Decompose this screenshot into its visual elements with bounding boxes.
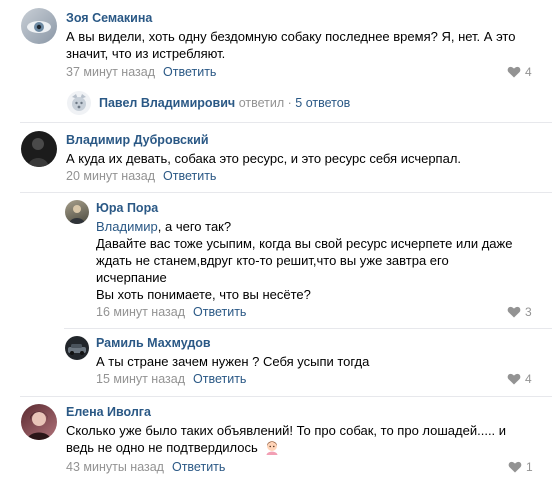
avatar[interactable]	[65, 200, 89, 224]
comment-text-line: значит, что из истребляют.	[66, 46, 226, 61]
comment-meta: 37 минут назад Ответить	[66, 65, 216, 79]
comment-author[interactable]: Елена Иволга	[66, 405, 151, 419]
thread-verb: ответил	[238, 96, 285, 110]
like-count: 4	[525, 372, 532, 386]
comment-author[interactable]: Зоя Семакина	[66, 11, 152, 25]
comment-text-line: ждать не станем,вдруг кто-то решит,что в…	[96, 253, 449, 268]
avatar[interactable]	[21, 131, 57, 167]
comment-meta: 15 минут назад Ответить	[96, 372, 246, 386]
divider	[20, 396, 552, 397]
thread-separator: ·	[287, 96, 292, 110]
avatar[interactable]	[65, 336, 89, 360]
thread-replies-link[interactable]: 5 ответов	[295, 96, 350, 110]
comment-text-line: А ты стране зачем нужен ? Себя усыпи тог…	[96, 354, 370, 369]
like-count: 4	[525, 65, 532, 79]
like-button[interactable]: 1	[508, 460, 533, 474]
like-button[interactable]: 4	[507, 65, 532, 79]
like-count: 1	[526, 460, 533, 474]
reply-button[interactable]: Ответить	[193, 305, 246, 319]
avatar[interactable]	[21, 404, 57, 440]
reply-button[interactable]: Ответить	[163, 169, 216, 183]
divider	[20, 122, 552, 123]
comment-time[interactable]: 37 минут назад	[66, 65, 155, 79]
comment-time[interactable]: 16 минут назад	[96, 305, 185, 319]
comment-text-line: Давайте вас тоже усыпим, когда вы свой р…	[96, 236, 513, 251]
comment-text-line: А куда их девать, собака это ресурс, и э…	[66, 151, 462, 166]
comment-text-line: А вы видели, хоть одну бездомную собаку …	[66, 29, 516, 44]
like-button[interactable]: 4	[507, 372, 532, 386]
comment-time[interactable]: 15 минут назад	[96, 372, 185, 386]
comment-text-line: Владимир, а чего так?	[96, 218, 536, 235]
thread-author[interactable]: Павел Владимирович	[99, 96, 235, 110]
reply-button[interactable]: Ответить	[193, 372, 246, 386]
comment-author[interactable]: Владимир Дубровский	[66, 133, 209, 147]
comment-time[interactable]: 20 минут назад	[66, 169, 155, 183]
heart-icon	[507, 66, 521, 78]
comment-author[interactable]: Юра Пора	[96, 201, 158, 215]
heart-icon	[508, 461, 522, 473]
avatar[interactable]	[21, 8, 57, 44]
comment-text-fragment: , а чего так?	[157, 219, 232, 234]
comment-text: Сколько уже было таких объявлений! То пр…	[66, 422, 536, 456]
heart-icon	[507, 306, 521, 318]
mention-link[interactable]: Владимир	[96, 219, 158, 234]
comment-text: А куда их девать, собака это ресурс, и э…	[66, 150, 526, 167]
comment-author[interactable]: Рамиль Махмудов	[96, 336, 211, 350]
divider	[64, 328, 552, 329]
like-button[interactable]: 3	[507, 305, 532, 319]
divider	[20, 192, 552, 193]
thread-summary[interactable]: Павел Владимирович ответил · 5 ответов	[99, 96, 350, 110]
comment-meta: 20 минут назад Ответить	[66, 169, 216, 183]
thread-avatar[interactable]	[67, 91, 91, 115]
comment-text-fragment: ведь не одно не подтвердилось	[66, 440, 258, 455]
comment-text: А вы видели, хоть одну бездомную собаку …	[66, 28, 526, 62]
comment-text-line: исчерпание	[96, 270, 167, 285]
comment-meta: 16 минут назад Ответить	[96, 305, 246, 319]
comment-text: А ты стране зачем нужен ? Себя усыпи тог…	[96, 353, 536, 370]
heart-icon	[507, 373, 521, 385]
comment-text-line: Сколько уже было таких объявлений! То пр…	[66, 423, 507, 438]
like-count: 3	[525, 305, 532, 319]
comment-text-line: ведь не одно не подтвердилось	[66, 439, 536, 456]
comment-meta: 43 минуты назад Ответить	[66, 460, 225, 474]
reply-button[interactable]: Ответить	[163, 65, 216, 79]
comment-text-line: Вы хоть понимаете, что вы несёте?	[96, 287, 311, 302]
comment-time[interactable]: 43 минуты назад	[66, 460, 164, 474]
girl-emoji-icon	[266, 441, 278, 455]
reply-button[interactable]: Ответить	[172, 460, 225, 474]
comment-text: Владимир, а чего так? Давайте вас тоже у…	[96, 218, 536, 303]
